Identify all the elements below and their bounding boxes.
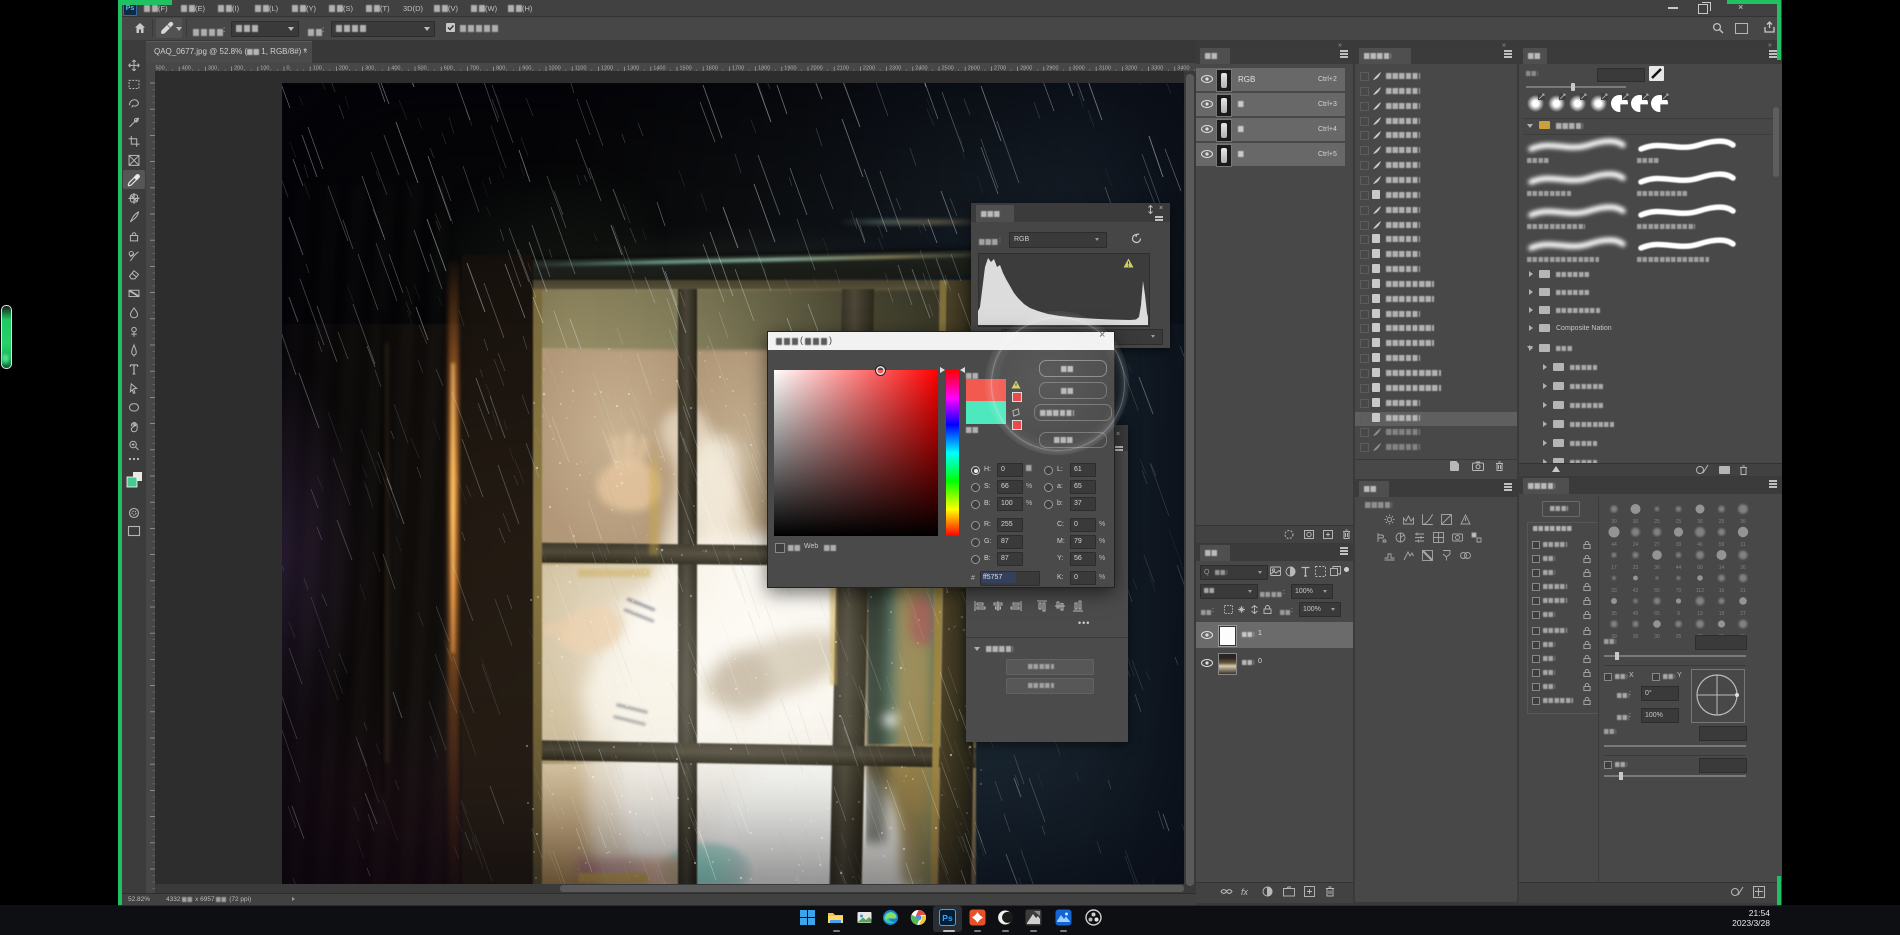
svg-text:35: 35 [1611, 611, 1617, 617]
svg-text:25: 25 [1676, 519, 1682, 525]
svg-text:59: 59 [1719, 542, 1725, 548]
svg-text:19: 19 [1719, 611, 1725, 617]
svg-text:30: 30 [1633, 519, 1639, 525]
svg-text:45: 45 [1633, 611, 1639, 617]
svg-text:13: 13 [1697, 611, 1703, 617]
svg-text:46: 46 [1697, 542, 1703, 548]
svg-text:25: 25 [1676, 634, 1682, 639]
svg-text:70: 70 [1676, 588, 1682, 594]
svg-text:24: 24 [1633, 542, 1639, 548]
svg-text:fx: fx [1241, 887, 1249, 897]
svg-text:25: 25 [1719, 519, 1725, 525]
svg-text:33: 33 [1611, 588, 1617, 594]
svg-text:36: 36 [1697, 519, 1703, 525]
svg-text:25: 25 [1654, 519, 1660, 525]
svg-text:27: 27 [1740, 611, 1746, 617]
svg-text:9: 9 [1677, 611, 1680, 617]
svg-text:36: 36 [1740, 519, 1746, 525]
svg-text:17: 17 [1611, 565, 1617, 571]
svg-text:30: 30 [1654, 634, 1660, 639]
svg-text:14: 14 [1719, 565, 1725, 571]
svg-text:Ps: Ps [942, 913, 953, 923]
svg-text:27: 27 [1654, 542, 1660, 548]
svg-text:36: 36 [1654, 565, 1660, 571]
svg-text:16: 16 [1719, 588, 1725, 594]
svg-text:112: 112 [1696, 588, 1704, 594]
svg-text:21: 21 [1740, 588, 1746, 594]
svg-text:30: 30 [1611, 519, 1617, 525]
svg-text:30: 30 [1633, 634, 1639, 639]
svg-text:39: 39 [1676, 542, 1682, 548]
svg-text:44: 44 [1676, 565, 1682, 571]
svg-text:65: 65 [1654, 611, 1660, 617]
svg-text:42: 42 [1633, 588, 1639, 594]
svg-text:26: 26 [1740, 565, 1746, 571]
svg-text:60: 60 [1697, 565, 1703, 571]
svg-text:44: 44 [1611, 542, 1617, 548]
svg-text:23: 23 [1633, 565, 1639, 571]
svg-text:55: 55 [1654, 588, 1660, 594]
svg-text:11: 11 [1740, 542, 1745, 548]
